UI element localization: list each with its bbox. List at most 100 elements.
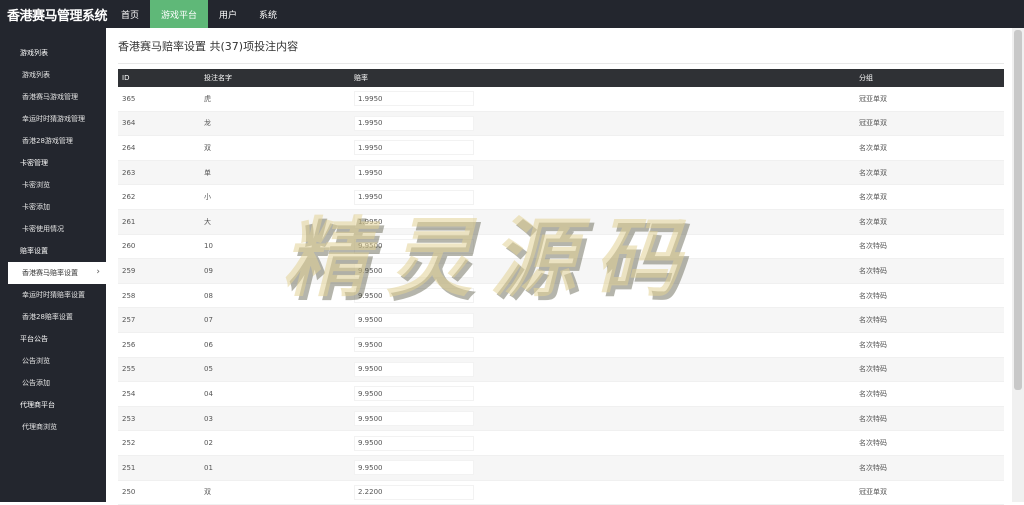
sidebar-item-card-usage[interactable]: 卡密使用情况	[0, 218, 106, 240]
sidebar: 游戏列表 游戏列表 香港赛马游戏管理 幸运时时猜游戏管理 香港28游戏管理 卡密…	[0, 28, 106, 502]
scrollbar-thumb[interactable]	[1014, 30, 1022, 390]
cell-bet-name: 01	[204, 464, 354, 472]
cell-id: 256	[118, 341, 204, 349]
col-header-odds: 赔率	[354, 73, 859, 83]
odds-input[interactable]	[354, 239, 474, 254]
cell-bet-name: 09	[204, 267, 354, 275]
cell-id: 259	[118, 267, 204, 275]
odds-input[interactable]	[354, 313, 474, 328]
sidebar-item-notice-browse[interactable]: 公告浏览	[0, 350, 106, 372]
odds-input[interactable]	[354, 411, 474, 426]
cell-group: 名次特码	[859, 340, 1004, 350]
odds-input[interactable]	[354, 140, 474, 155]
cell-odds	[354, 165, 859, 180]
odds-input[interactable]	[354, 190, 474, 205]
table-row: 25808名次特码	[118, 284, 1004, 309]
cell-bet-name: 07	[204, 316, 354, 324]
cell-group: 名次特码	[859, 389, 1004, 399]
cell-odds	[354, 263, 859, 278]
nav-users[interactable]: 用户	[208, 0, 248, 28]
cell-id: 252	[118, 439, 204, 447]
cell-group: 名次特码	[859, 315, 1004, 325]
scrollbar[interactable]	[1012, 28, 1024, 502]
odds-input[interactable]	[354, 337, 474, 352]
sidebar-item-card-add[interactable]: 卡密添加	[0, 196, 106, 218]
sidebar-section-games: 游戏列表	[0, 42, 106, 64]
nav-home[interactable]: 首页	[110, 0, 150, 28]
odds-input[interactable]	[354, 116, 474, 131]
table-row: 261大名次单双	[118, 210, 1004, 235]
cell-id: 255	[118, 365, 204, 373]
cell-id: 258	[118, 292, 204, 300]
cell-bet-name: 双	[204, 487, 354, 497]
cell-bet-name: 03	[204, 415, 354, 423]
cell-odds	[354, 386, 859, 401]
cell-id: 260	[118, 242, 204, 250]
sidebar-item-lucky-odds[interactable]: 幸运时时猜赔率设置	[0, 284, 106, 306]
cell-group: 名次特码	[859, 241, 1004, 251]
cell-group: 名次特码	[859, 364, 1004, 374]
cell-id: 257	[118, 316, 204, 324]
main-content: 香港赛马赔率设置 共(37)项投注内容 ID 投注名字 赔率 分组 365虎冠亚…	[106, 28, 1012, 502]
cell-group: 名次单双	[859, 168, 1004, 178]
app-brand: 香港赛马管理系统	[0, 0, 106, 28]
odds-input[interactable]	[354, 386, 474, 401]
nav-system[interactable]: 系统	[248, 0, 288, 28]
sidebar-item-card-browse[interactable]: 卡密浏览	[0, 174, 106, 196]
sidebar-section-cards: 卡密管理	[0, 152, 106, 174]
sidebar-item-game-list[interactable]: 游戏列表	[0, 64, 106, 86]
sidebar-item-hk-horse-odds[interactable]: 香港赛马赔率设置 ›	[8, 262, 106, 284]
odds-table: ID 投注名字 赔率 分组 365虎冠亚单双364龙冠亚单双264双名次单双26…	[118, 69, 1004, 505]
cell-odds	[354, 313, 859, 328]
odds-input[interactable]	[354, 91, 474, 106]
cell-group: 名次特码	[859, 414, 1004, 424]
table-row: 365虎冠亚单双	[118, 87, 1004, 112]
odds-input[interactable]	[354, 362, 474, 377]
cell-id: 261	[118, 218, 204, 226]
cell-bet-name: 04	[204, 390, 354, 398]
col-header-group: 分组	[859, 73, 1004, 83]
cell-odds	[354, 460, 859, 475]
cell-odds	[354, 411, 859, 426]
sidebar-item-notice-add[interactable]: 公告添加	[0, 372, 106, 394]
odds-input[interactable]	[354, 436, 474, 451]
table-body: 365虎冠亚单双364龙冠亚单双264双名次单双263单名次单双262小名次单双…	[118, 87, 1004, 505]
cell-id: 250	[118, 488, 204, 496]
cell-odds	[354, 337, 859, 352]
odds-input[interactable]	[354, 263, 474, 278]
odds-input[interactable]	[354, 485, 474, 500]
cell-odds	[354, 485, 859, 500]
nav-game-platform[interactable]: 游戏平台	[150, 0, 208, 28]
cell-id: 263	[118, 169, 204, 177]
cell-group: 名次单双	[859, 217, 1004, 227]
sidebar-item-hk28-game[interactable]: 香港28游戏管理	[0, 130, 106, 152]
cell-odds	[354, 362, 859, 377]
cell-id: 251	[118, 464, 204, 472]
odds-input[interactable]	[354, 288, 474, 303]
odds-input[interactable]	[354, 460, 474, 475]
sidebar-item-agent-browse[interactable]: 代理商浏览	[0, 416, 106, 438]
odds-input[interactable]	[354, 214, 474, 229]
sidebar-item-hk28-odds[interactable]: 香港28赔率设置	[0, 306, 106, 328]
odds-input[interactable]	[354, 165, 474, 180]
col-header-id: ID	[118, 74, 204, 82]
sidebar-item-hk-horse-game[interactable]: 香港赛马游戏管理	[0, 86, 106, 108]
cell-group: 名次单双	[859, 143, 1004, 153]
table-row: 263单 名次单双	[118, 161, 1004, 186]
sidebar-section-odds: 赔率设置	[0, 240, 106, 262]
top-bar: 香港赛马管理系统 首页 游戏平台 用户 系统	[0, 0, 1024, 28]
sidebar-item-label: 香港赛马赔率设置	[22, 269, 78, 277]
title-divider	[118, 63, 1004, 64]
table-header: ID 投注名字 赔率 分组	[118, 69, 1004, 87]
table-row: 262小名次单双	[118, 185, 1004, 210]
cell-bet-name: 单	[204, 168, 354, 178]
cell-bet-name: 双	[204, 143, 354, 153]
cell-id: 253	[118, 415, 204, 423]
table-row: 25606名次特码	[118, 333, 1004, 358]
cell-id: 254	[118, 390, 204, 398]
cell-bet-name: 02	[204, 439, 354, 447]
cell-bet-name: 虎	[204, 94, 354, 104]
cell-bet-name: 05	[204, 365, 354, 373]
cell-bet-name: 08	[204, 292, 354, 300]
sidebar-item-lucky-game[interactable]: 幸运时时猜游戏管理	[0, 108, 106, 130]
